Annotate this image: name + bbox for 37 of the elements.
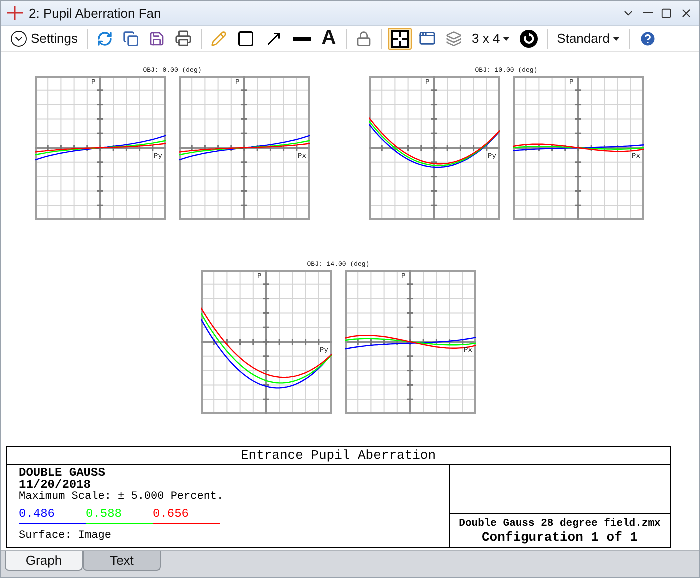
tab[interactable]: Graph [5,551,83,571]
crosshair-icon [7,6,23,20]
caret-icon [503,36,510,40]
date-text: 11/20/2018 [19,479,92,491]
configuration-text: Configuration 1 of 1 [480,530,640,545]
style-dropdown[interactable]: Standard [554,28,623,50]
scale-text: Maximum Scale: ± 5.000 Percent. [19,491,225,503]
window-icon [418,30,436,47]
settings-button[interactable]: Settings [7,28,81,50]
wavelength-label: 0.656 [153,508,220,524]
text-tool-button[interactable]: A [318,28,340,50]
help-icon [638,30,657,48]
window-title: 2: Pupil Aberration Fan [29,6,162,20]
info-title: Entrance Pupil Aberration [7,447,670,465]
file-name: Double Gauss 28 degree field.zmx [458,518,662,530]
layers-icon [446,30,462,46]
grid-button[interactable] [388,28,412,50]
close-icon [680,6,693,20]
maximize-icon [661,8,672,18]
lock-icon [356,30,372,46]
save-icon [148,30,165,46]
copy-icon [122,30,139,46]
minimize-icon [643,12,653,14]
wavelength-label: 0.486 [19,508,86,524]
chevron-down-icon [10,30,28,48]
lens-name: DOUBLE GAUSS [19,467,106,479]
caret-icon [612,36,620,40]
pencil-icon [210,30,227,46]
square-icon [236,30,255,48]
rotate-icon [520,30,538,48]
wavelength-label: 0.588 [86,508,153,524]
surface-text: Surface: Image [19,530,112,542]
grid-icon [390,30,409,48]
layout-dropdown[interactable]: 3 x 4 [468,28,514,50]
printer-icon [174,30,192,47]
refresh-icon [96,30,113,46]
tab[interactable]: Text [83,551,161,571]
